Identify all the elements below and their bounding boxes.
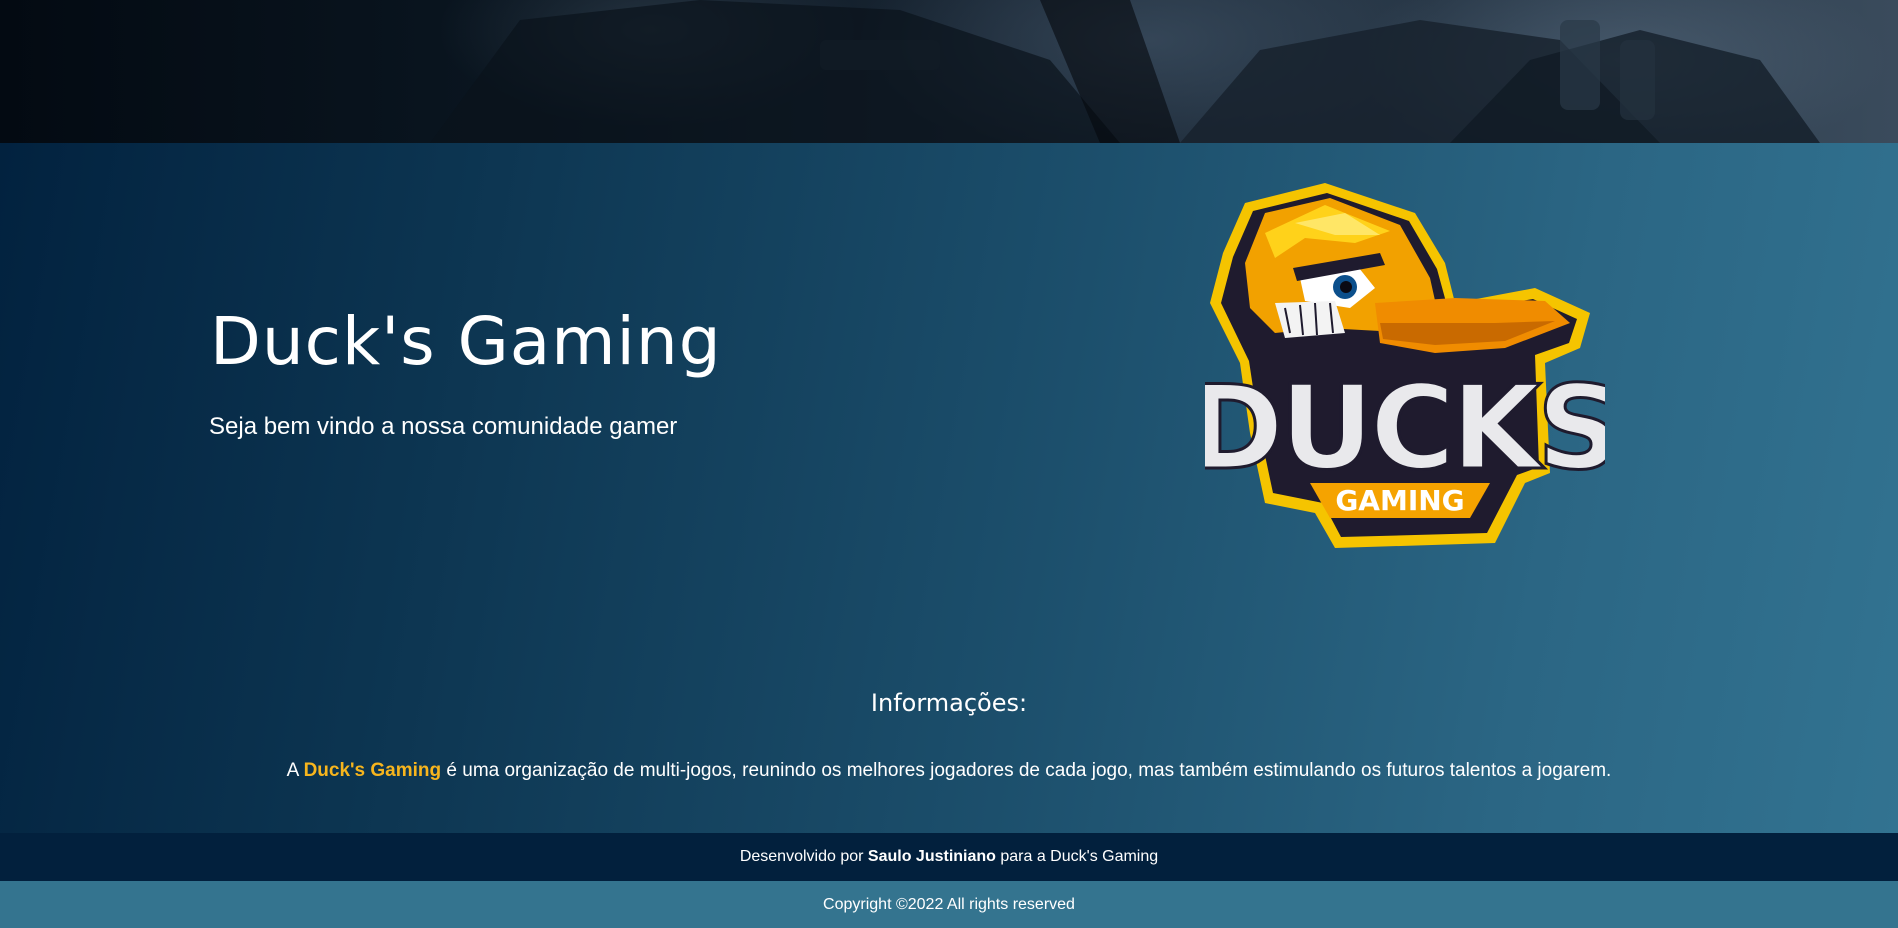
- logo-wordmark: DUCKS: [1205, 361, 1605, 496]
- hero-title: Duck's Gaming: [210, 303, 722, 380]
- logo-tagline: GAMING: [1335, 484, 1464, 517]
- footer-dev-name: Saulo Justiniano: [867, 848, 996, 865]
- info-description: A Duck's Gaming é uma organização de mul…: [0, 760, 1898, 782]
- banner-soldier-silhouette: [430, 0, 1820, 143]
- footer-copyright: Copyright ©2022 All rights reserved: [0, 881, 1898, 928]
- info-heading: Informações:: [870, 689, 1028, 717]
- footer-dev-suffix: para a Duck's Gaming: [995, 848, 1159, 865]
- info-brand-highlight: Duck's Gaming: [303, 760, 442, 781]
- info-text-suffix: é uma organização de multi-jogos, reunin…: [441, 760, 1612, 781]
- header-banner-image: [0, 0, 1898, 143]
- hero-subtitle: Seja bem vindo a nossa comunidade gamer: [209, 413, 678, 440]
- info-text-prefix: A: [286, 760, 304, 781]
- footer-developer-credit: Desenvolvido por Saulo Justiniano para a…: [0, 833, 1898, 881]
- ducks-gaming-logo: DUCKS GAMING: [1205, 183, 1605, 548]
- hero-section: Duck's Gaming Seja bem vindo a nossa com…: [0, 143, 1898, 833]
- footer-dev-prefix: Desenvolvido por: [739, 848, 868, 865]
